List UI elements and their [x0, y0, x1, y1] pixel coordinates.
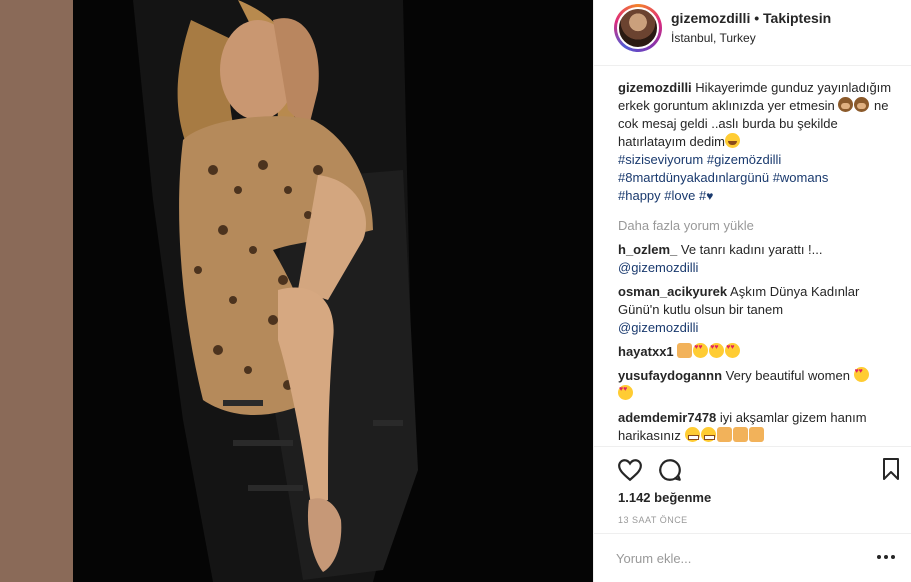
thumbs-up-icon	[677, 343, 693, 358]
comment-mention[interactable]: @gizemozdilli	[618, 320, 698, 335]
more-options-icon[interactable]	[874, 547, 898, 567]
clapping-hands-icon	[732, 427, 748, 442]
header-user-line: gizemozdilli • Takiptesin	[671, 10, 831, 26]
heart-eyes-emoji-icon	[618, 385, 633, 400]
comments-section: gizemozdilli Hikayerimde gunduz yayınlad…	[618, 79, 903, 451]
hashtag[interactable]: #happy	[618, 188, 661, 203]
hashtag[interactable]: #womans	[773, 170, 829, 185]
comment-bubble-icon[interactable]	[657, 457, 683, 483]
comment-item: h_ozlem_ Ve tanrı kadını yarattı !... @g…	[618, 241, 903, 277]
post-header: gizemozdilli • Takiptesin İstanbul, Turk…	[594, 0, 911, 66]
post-photo[interactable]	[73, 0, 593, 582]
bookmark-icon[interactable]	[879, 457, 905, 483]
comment-item: ademdemir7478 iyi akşamlar gizem hanım h…	[618, 409, 903, 445]
grinning-face-icon	[684, 427, 700, 442]
grinning-face-icon	[700, 427, 716, 442]
heart-eyes-emoji-icon	[693, 343, 709, 358]
header-username[interactable]: gizemozdilli	[671, 10, 750, 26]
caption: gizemozdilli Hikayerimde gunduz yayınlad…	[618, 79, 903, 205]
see-no-evil-monkey-icon	[854, 97, 870, 112]
heart-eyes-emoji-icon	[709, 343, 725, 358]
action-bar	[594, 446, 911, 494]
avatar[interactable]	[614, 4, 662, 52]
likes-count[interactable]: 1.142 beğenme	[618, 490, 711, 505]
laughing-face-icon	[724, 133, 740, 148]
clapping-hands-icon	[716, 427, 732, 442]
heart-icon: ♥	[706, 189, 714, 203]
comment-username[interactable]: osman_acikyurek	[618, 284, 727, 299]
add-comment-bar	[594, 533, 911, 582]
hashtag[interactable]: #love	[664, 188, 695, 203]
avatar-image	[617, 7, 659, 49]
comment-item: yusufaydogannn Very beautiful women	[618, 367, 903, 403]
comment-mention[interactable]: @gizemozdilli	[618, 260, 698, 275]
load-more-comments[interactable]: Daha fazla yorum yükle	[618, 217, 903, 235]
photo-backdrop	[0, 0, 593, 582]
comment-text: Ve tanrı kadını yarattı !...	[680, 242, 823, 257]
post-side-panel: gizemozdilli • Takiptesin İstanbul, Turk…	[593, 0, 911, 582]
photo-illustration	[73, 0, 593, 582]
comment-item: osman_acikyurek Aşkım Dünya Kadınlar Gün…	[618, 283, 903, 337]
comment-username[interactable]: ademdemir7478	[618, 410, 716, 425]
comment-text: Very beautiful women	[725, 368, 850, 383]
comment-username[interactable]: hayatxx1	[618, 344, 674, 359]
hashtag[interactable]: #gizemözdilli	[707, 152, 781, 167]
header-dot: •	[754, 10, 760, 26]
comment-item: hayatxx1	[618, 343, 903, 361]
see-no-evil-monkey-icon	[838, 97, 854, 112]
hashtag[interactable]: #8martdünyakadınlargünü	[618, 170, 769, 185]
post-timestamp[interactable]: 13 SAAT ÖNCE	[618, 515, 688, 525]
heart-eyes-emoji-icon	[853, 367, 869, 382]
clapping-hands-icon	[748, 427, 764, 442]
caption-username[interactable]: gizemozdilli	[618, 80, 692, 95]
heart-eyes-emoji-icon	[725, 343, 741, 358]
hashtag[interactable]: #siziseviyorum	[618, 152, 703, 167]
comment-input[interactable]	[616, 548, 856, 568]
hashtag[interactable]: #	[699, 188, 706, 203]
comment-username[interactable]: h_ozlem_	[618, 242, 677, 257]
location-link[interactable]: İstanbul, Turkey	[671, 31, 756, 45]
heart-icon[interactable]	[617, 457, 643, 483]
follow-status[interactable]: Takiptesin	[763, 10, 831, 26]
comment-username[interactable]: yusufaydogannn	[618, 368, 722, 383]
